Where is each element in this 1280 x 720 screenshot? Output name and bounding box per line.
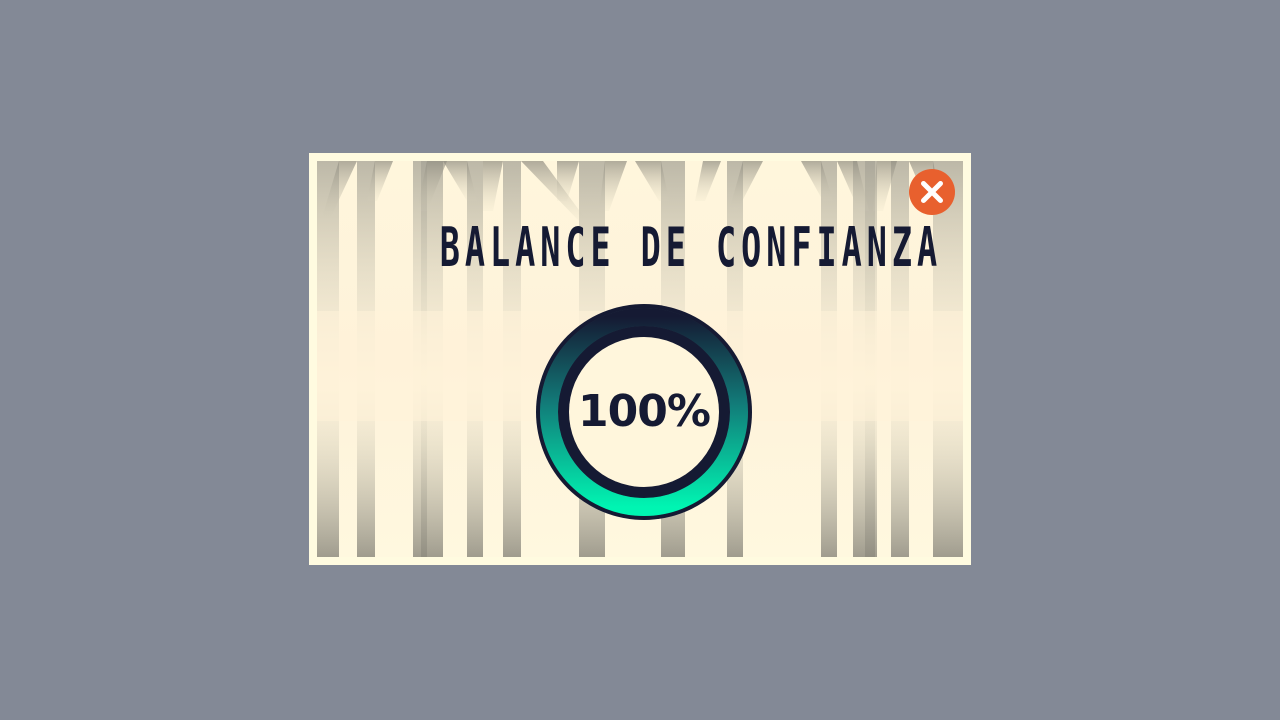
close-x-icon: [921, 181, 943, 203]
game-screen: BALANCE DE CONFIANZA 100%: [0, 0, 1280, 720]
close-button[interactable]: [909, 169, 955, 215]
dialog-title: BALANCE DE CONFIANZA: [439, 216, 943, 279]
trust-gauge-value: 100%: [578, 386, 711, 437]
trust-balance-dialog: BALANCE DE CONFIANZA 100%: [309, 153, 971, 565]
trust-gauge: 100%: [536, 304, 752, 520]
